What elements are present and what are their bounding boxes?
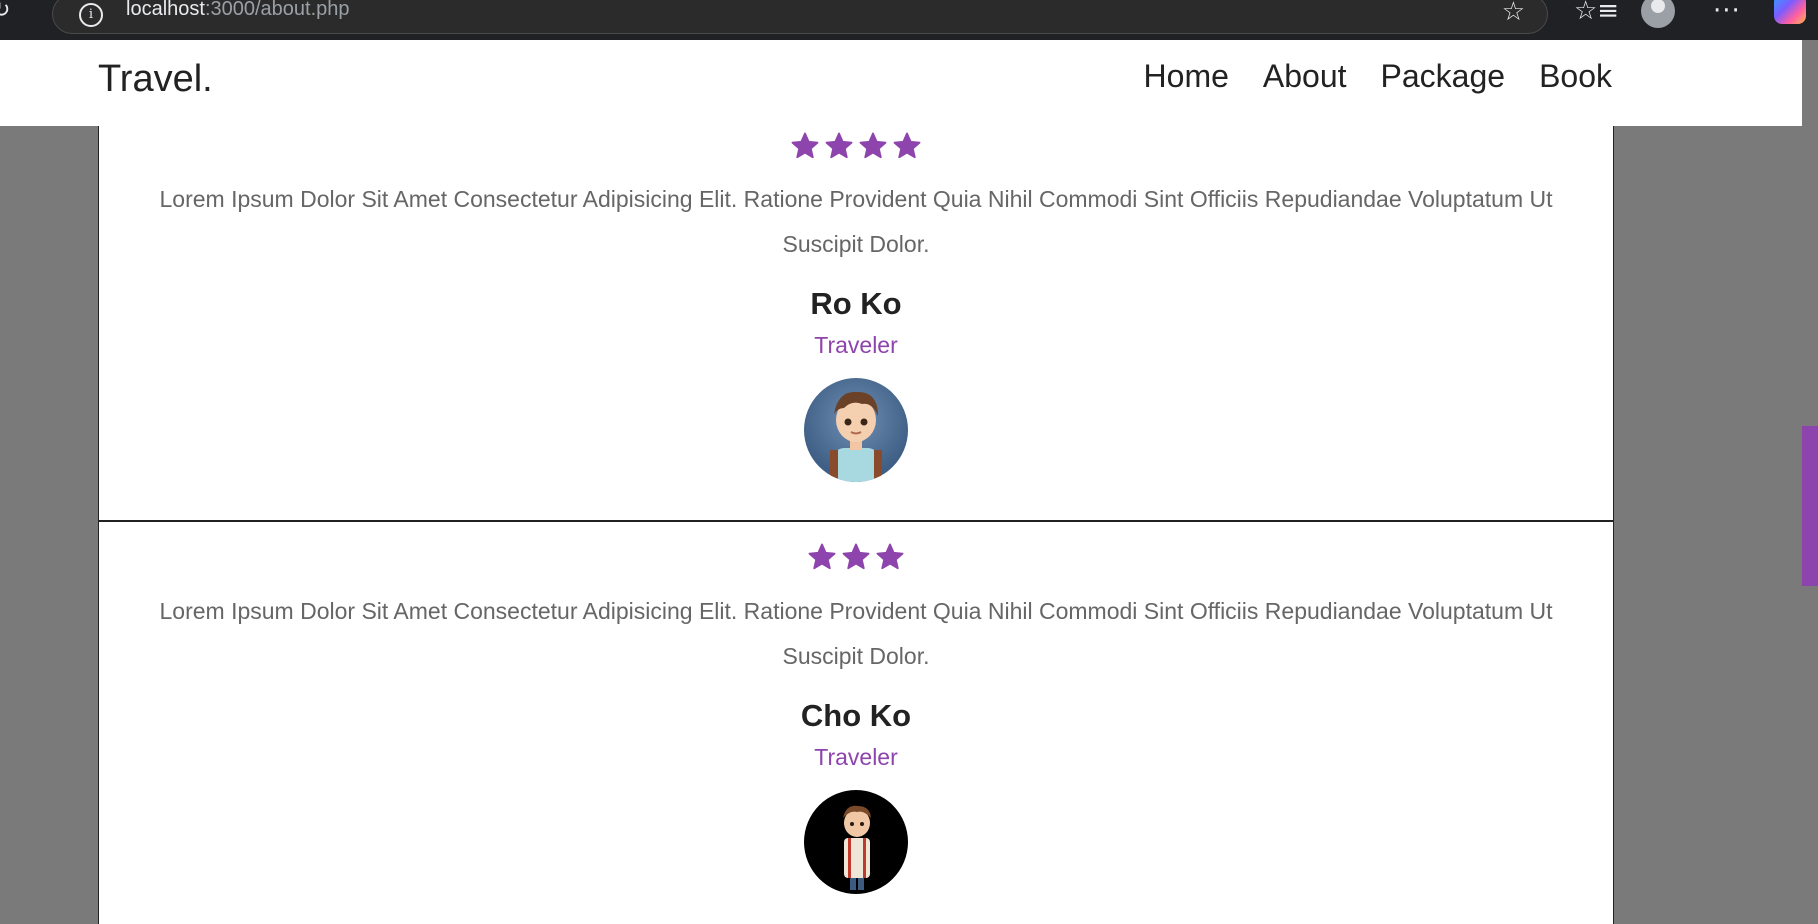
star-icon	[791, 132, 819, 159]
profile-avatar-icon[interactable]	[1641, 0, 1675, 28]
nav-about[interactable]: About	[1263, 58, 1347, 95]
address-bar[interactable]: i localhost:3000/about.php ☆	[52, 0, 1548, 34]
site-info-icon[interactable]: i	[79, 3, 103, 27]
star-icon	[893, 132, 921, 159]
url-host: localhost	[126, 0, 205, 20]
favorites-icon[interactable]: ☆≡	[1574, 0, 1619, 26]
star-icon	[825, 132, 853, 159]
nav-book[interactable]: Book	[1539, 58, 1612, 95]
reviews-section: Lorem Ipsum Dolor Sit Amet Consectetur A…	[98, 126, 1614, 924]
star-icon	[842, 543, 870, 570]
star-icon	[808, 543, 836, 570]
copilot-icon[interactable]	[1774, 0, 1806, 24]
more-options-icon[interactable]: ···	[1713, 0, 1741, 26]
url-path: :3000/about.php	[204, 0, 350, 20]
reviewer-name: Ro Ko	[810, 286, 902, 321]
review-text: Lorem Ipsum Dolor Sit Amet Consectetur A…	[159, 186, 1553, 257]
bookmark-star-icon[interactable]: ☆	[1502, 0, 1525, 27]
scrollbar-thumb[interactable]	[1802, 426, 1818, 586]
reviewer-name: Cho Ko	[800, 698, 912, 733]
main-nav: Home About Package Book	[1144, 58, 1612, 95]
boy-avatar-icon	[804, 790, 908, 894]
url-text[interactable]: localhost:3000/about.php	[126, 0, 350, 21]
reload-icon[interactable]: ↻	[0, 0, 18, 24]
reviewer-role: Traveler	[814, 332, 898, 358]
review-card: Lorem Ipsum Dolor Sit Amet Consectetur A…	[99, 126, 1613, 522]
review-text: Lorem Ipsum Dolor Sit Amet Consectetur A…	[159, 598, 1553, 669]
star-icon	[859, 132, 887, 159]
star-rating	[99, 542, 1613, 572]
star-rating	[99, 131, 1613, 161]
site-header: Travel. Home About Package Book	[0, 40, 1818, 126]
boy-avatar-icon	[804, 378, 908, 482]
star-icon	[876, 543, 904, 570]
nav-home[interactable]: Home	[1144, 58, 1229, 95]
review-card: Lorem Ipsum Dolor Sit Amet Consectetur A…	[99, 522, 1613, 924]
browser-toolbar: ↻ i localhost:3000/about.php ☆ ☆≡ ···	[0, 0, 1818, 40]
site-logo[interactable]: Travel.	[98, 58, 213, 101]
reviewer-role: Traveler	[814, 744, 898, 770]
nav-package[interactable]: Package	[1381, 58, 1506, 95]
